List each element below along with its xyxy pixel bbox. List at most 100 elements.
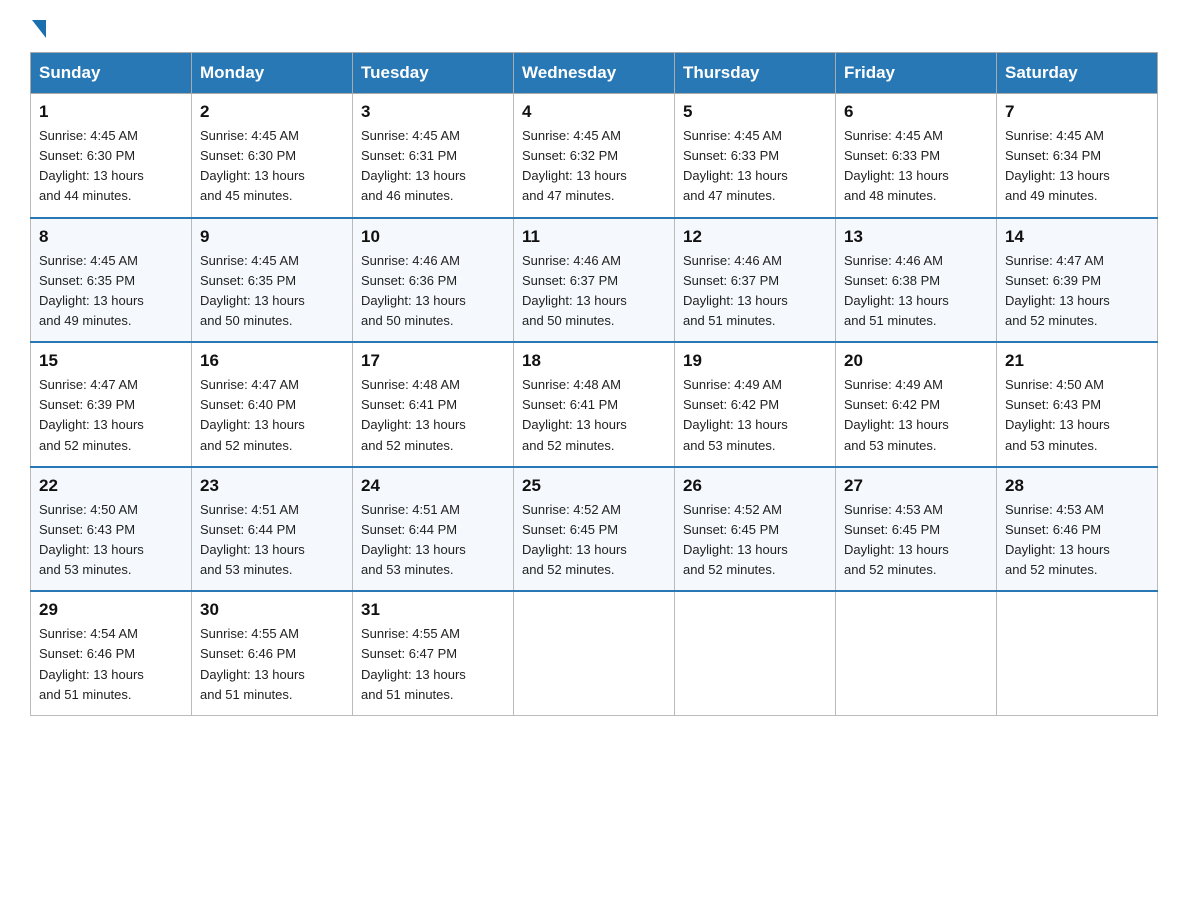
calendar-week-row: 15Sunrise: 4:47 AMSunset: 6:39 PMDayligh… [31,342,1158,467]
column-header-friday: Friday [836,53,997,94]
day-number: 9 [200,227,344,247]
day-info: Sunrise: 4:45 AMSunset: 6:32 PMDaylight:… [522,126,666,207]
day-number: 3 [361,102,505,122]
day-number: 26 [683,476,827,496]
day-number: 4 [522,102,666,122]
calendar-cell: 25 Sunrise: 4:52 AMSunset: 6:45 PMDayligh… [514,467,675,592]
day-number: 8 [39,227,183,247]
calendar-cell: 7Sunrise: 4:45 AMSunset: 6:34 PMDaylight… [997,94,1158,218]
day-number: 18 [522,351,666,371]
day-number: 20 [844,351,988,371]
calendar-cell: 13 Sunrise: 4:46 AMSunset: 6:38 PMDayligh… [836,218,997,343]
calendar-week-row: 8 Sunrise: 4:45 AMSunset: 6:35 PMDaylight… [31,218,1158,343]
day-info: Sunrise: 4:45 AMSunset: 6:33 PMDaylight:… [683,126,827,207]
calendar-cell: 1 Sunrise: 4:45 AMSunset: 6:30 PMDaylight… [31,94,192,218]
day-info: Sunrise: 4:52 AMSunset: 6:45 PMDaylight:… [522,500,666,581]
calendar-cell: 20 Sunrise: 4:49 AMSunset: 6:42 PMDayligh… [836,342,997,467]
day-info: Sunrise: 4:45 AMSunset: 6:30 PMDaylight:… [39,126,183,207]
calendar-cell [675,591,836,715]
calendar-cell: 22 Sunrise: 4:50 AMSunset: 6:43 PMDayligh… [31,467,192,592]
day-number: 22 [39,476,183,496]
day-info: Sunrise: 4:47 AMSunset: 6:39 PMDaylight:… [1005,251,1149,332]
day-info: Sunrise: 4:55 AMSunset: 6:46 PMDaylight:… [200,624,344,705]
day-number: 23 [200,476,344,496]
day-info: Sunrise: 4:45 AMSunset: 6:35 PMDaylight:… [39,251,183,332]
day-number: 7 [1005,102,1149,122]
calendar-cell: 11 Sunrise: 4:46 AMSunset: 6:37 PMDayligh… [514,218,675,343]
calendar-cell [514,591,675,715]
logo [30,20,48,34]
logo-arrow-icon [32,20,46,38]
calendar-cell: 31 Sunrise: 4:55 AMSunset: 6:47 PMDayligh… [353,591,514,715]
calendar-week-row: 29 Sunrise: 4:54 AMSunset: 6:46 PMDayligh… [31,591,1158,715]
calendar-cell: 17 Sunrise: 4:48 AMSunset: 6:41 PMDayligh… [353,342,514,467]
day-info: Sunrise: 4:55 AMSunset: 6:47 PMDaylight:… [361,624,505,705]
day-info: Sunrise: 4:49 AMSunset: 6:42 PMDaylight:… [844,375,988,456]
calendar-cell: 21 Sunrise: 4:50 AMSunset: 6:43 PMDayligh… [997,342,1158,467]
day-number: 1 [39,102,183,122]
calendar-cell: 28 Sunrise: 4:53 AMSunset: 6:46 PMDayligh… [997,467,1158,592]
column-header-tuesday: Tuesday [353,53,514,94]
day-info: Sunrise: 4:48 AMSunset: 6:41 PMDaylight:… [522,375,666,456]
column-header-thursday: Thursday [675,53,836,94]
calendar-cell: 4 Sunrise: 4:45 AMSunset: 6:32 PMDaylight… [514,94,675,218]
day-info: Sunrise: 4:54 AMSunset: 6:46 PMDaylight:… [39,624,183,705]
day-number: 31 [361,600,505,620]
day-info: Sunrise: 4:53 AMSunset: 6:45 PMDaylight:… [844,500,988,581]
calendar-cell: 10Sunrise: 4:46 AMSunset: 6:36 PMDayligh… [353,218,514,343]
column-header-wednesday: Wednesday [514,53,675,94]
day-info: Sunrise: 4:50 AMSunset: 6:43 PMDaylight:… [1005,375,1149,456]
page-header [30,20,1158,34]
calendar-cell: 27 Sunrise: 4:53 AMSunset: 6:45 PMDayligh… [836,467,997,592]
day-number: 13 [844,227,988,247]
day-number: 24 [361,476,505,496]
day-number: 19 [683,351,827,371]
day-info: Sunrise: 4:51 AMSunset: 6:44 PMDaylight:… [200,500,344,581]
day-number: 21 [1005,351,1149,371]
day-number: 30 [200,600,344,620]
calendar-cell [836,591,997,715]
day-info: Sunrise: 4:46 AMSunset: 6:38 PMDaylight:… [844,251,988,332]
day-info: Sunrise: 4:51 AMSunset: 6:44 PMDaylight:… [361,500,505,581]
day-number: 2 [200,102,344,122]
day-number: 5 [683,102,827,122]
calendar-cell: 23 Sunrise: 4:51 AMSunset: 6:44 PMDayligh… [192,467,353,592]
day-info: Sunrise: 4:47 AMSunset: 6:40 PMDaylight:… [200,375,344,456]
calendar-week-row: 22 Sunrise: 4:50 AMSunset: 6:43 PMDayligh… [31,467,1158,592]
day-info: Sunrise: 4:45 AMSunset: 6:35 PMDaylight:… [200,251,344,332]
day-info: Sunrise: 4:49 AMSunset: 6:42 PMDaylight:… [683,375,827,456]
day-number: 25 [522,476,666,496]
calendar-table: SundayMondayTuesdayWednesdayThursdayFrid… [30,52,1158,716]
day-number: 10 [361,227,505,247]
day-info: Sunrise: 4:45 AMSunset: 6:33 PMDaylight:… [844,126,988,207]
day-number: 17 [361,351,505,371]
calendar-cell: 9 Sunrise: 4:45 AMSunset: 6:35 PMDaylight… [192,218,353,343]
day-number: 27 [844,476,988,496]
day-number: 15 [39,351,183,371]
calendar-cell: 3 Sunrise: 4:45 AMSunset: 6:31 PMDaylight… [353,94,514,218]
day-info: Sunrise: 4:45 AMSunset: 6:30 PMDaylight:… [200,126,344,207]
column-header-saturday: Saturday [997,53,1158,94]
day-info: Sunrise: 4:52 AMSunset: 6:45 PMDaylight:… [683,500,827,581]
calendar-cell: 26 Sunrise: 4:52 AMSunset: 6:45 PMDayligh… [675,467,836,592]
day-info: Sunrise: 4:50 AMSunset: 6:43 PMDaylight:… [39,500,183,581]
day-number: 28 [1005,476,1149,496]
calendar-cell: 15Sunrise: 4:47 AMSunset: 6:39 PMDayligh… [31,342,192,467]
day-info: Sunrise: 4:46 AMSunset: 6:37 PMDaylight:… [522,251,666,332]
day-info: Sunrise: 4:48 AMSunset: 6:41 PMDaylight:… [361,375,505,456]
calendar-header-row: SundayMondayTuesdayWednesdayThursdayFrid… [31,53,1158,94]
day-number: 6 [844,102,988,122]
calendar-cell: 6 Sunrise: 4:45 AMSunset: 6:33 PMDaylight… [836,94,997,218]
day-number: 14 [1005,227,1149,247]
calendar-cell: 30 Sunrise: 4:55 AMSunset: 6:46 PMDayligh… [192,591,353,715]
day-number: 11 [522,227,666,247]
calendar-cell: 18 Sunrise: 4:48 AMSunset: 6:41 PMDayligh… [514,342,675,467]
calendar-cell: 5 Sunrise: 4:45 AMSunset: 6:33 PMDaylight… [675,94,836,218]
day-number: 29 [39,600,183,620]
calendar-cell: 14 Sunrise: 4:47 AMSunset: 6:39 PMDayligh… [997,218,1158,343]
day-info: Sunrise: 4:45 AMSunset: 6:31 PMDaylight:… [361,126,505,207]
calendar-cell: 12 Sunrise: 4:46 AMSunset: 6:37 PMDayligh… [675,218,836,343]
day-info: Sunrise: 4:53 AMSunset: 6:46 PMDaylight:… [1005,500,1149,581]
day-number: 12 [683,227,827,247]
day-info: Sunrise: 4:46 AMSunset: 6:37 PMDaylight:… [683,251,827,332]
